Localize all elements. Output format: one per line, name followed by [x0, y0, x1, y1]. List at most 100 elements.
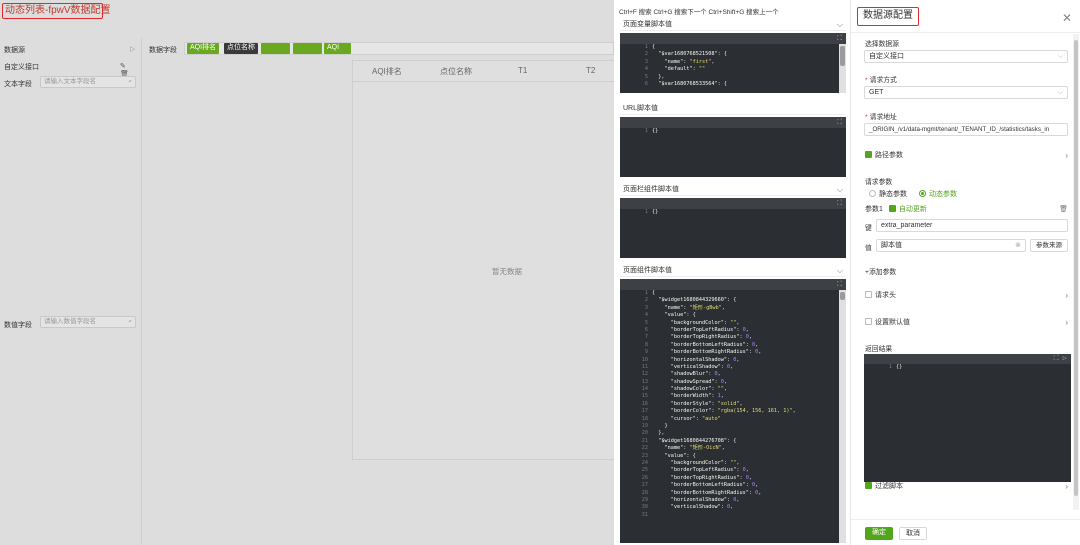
field-config-column [4, 38, 142, 545]
code-line: 1{ [644, 44, 656, 50]
tag-aqi-rank[interactable]: AQI排名 [187, 43, 220, 54]
method-label: * 请求方式 [865, 77, 897, 84]
trash-icon[interactable]: 🗑 [1059, 204, 1068, 216]
tag-point-name[interactable]: 点位名称 [224, 43, 258, 54]
section-header[interactable]: 页面栏组件脚本值 ⌵ [620, 183, 846, 196]
section-header[interactable]: 页面组件脚本值 ⌵ [620, 264, 846, 277]
tag-aqi[interactable]: AQI [324, 43, 351, 54]
chevron-down-icon[interactable]: ⌵ [837, 264, 843, 277]
code-line: 5 }, [644, 73, 665, 80]
code-line: 5 "backgroundColor": "", [644, 319, 740, 326]
key-input[interactable]: extra_parameter [876, 219, 1068, 232]
code-line: 19 } [641, 423, 668, 430]
code-line: 8 "borderBottomLeftRadius": 0, [644, 341, 759, 348]
play-icon[interactable]: ▷ [130, 45, 135, 53]
datasource-select[interactable]: 自定义接口 ⌵ [864, 50, 1068, 63]
code-editor[interactable]: ⛶ 1{2 "$var1680768521508": {3 "name": "f… [620, 33, 846, 93]
filter-script-checkbox[interactable] [865, 482, 872, 489]
default-value-row[interactable]: 设置默认值 › [865, 317, 1068, 329]
code-line: 13 "shadowSpread": 0, [641, 378, 727, 385]
section-header[interactable]: URL脚本值 [620, 102, 846, 115]
panel-scrollbar[interactable] [1073, 34, 1079, 510]
ok-button[interactable]: 确定 [865, 527, 893, 540]
code-line: 15 "borderWidth": 1, [641, 393, 724, 400]
path-params-checkbox[interactable] [865, 151, 872, 158]
chevron-down-icon[interactable]: ⌵ [837, 18, 843, 31]
chevron-right-icon[interactable]: › [1065, 481, 1068, 493]
code-line: 31 [641, 511, 648, 518]
tag-blank-2[interactable] [293, 43, 322, 54]
url-input[interactable]: _ORIGIN_/v1/data-mgmt/tenant/_TENANT_ID_… [864, 123, 1068, 136]
data-grid [352, 60, 614, 460]
static-params-radio[interactable] [869, 190, 876, 197]
url-script-section: URL脚本值 ⛶ 1{} [620, 102, 846, 177]
chevron-down-icon: ⌵ [1057, 53, 1063, 60]
code-line: 30 "verticalShadow": 0, [641, 504, 734, 511]
code-line: 18 "cursor": "auto" [641, 415, 721, 422]
value-label: 值 [865, 245, 872, 252]
scrollbar[interactable] [839, 44, 846, 93]
code-line: 7 "borderTopRightRadius": 0, [644, 334, 752, 341]
chevron-right-icon[interactable]: › [1065, 290, 1068, 302]
result-code-editor[interactable]: ⛶ ▷ 1{} [864, 354, 1071, 482]
code-line: 11 "verticalShadow": 0, [641, 363, 734, 370]
code-line: 1{} [888, 364, 903, 370]
code-lines: 1{} [620, 209, 838, 258]
code-line: 22 "name": "矩形-OicN", [641, 445, 725, 452]
code-line: 1{} [644, 209, 659, 215]
auto-update-checkbox[interactable] [888, 205, 896, 212]
code-line: 27 "borderBottomLeftRadius": 0, [641, 482, 759, 489]
filter-script-row[interactable]: 过滤脚本 › [865, 481, 1068, 493]
request-header-row[interactable]: 请求头 › [865, 290, 1068, 302]
data-field-label: 数值字段 [4, 322, 32, 329]
tag-blank-1[interactable] [261, 43, 290, 54]
dynamic-params-radio[interactable] [918, 190, 926, 197]
section-header[interactable]: 页面变量脚本值 ⌵ [620, 18, 846, 31]
add-param-button[interactable]: +添加参数 [865, 266, 896, 276]
result-label: 返回结果 [865, 346, 893, 353]
fullscreen-run-icons[interactable]: ⛶ ▷ [1054, 354, 1067, 363]
grid-header-cell: T1 [518, 66, 528, 75]
code-line: 4 "value": { [644, 312, 696, 319]
grid-header-cell: T2 [586, 66, 596, 75]
code-editor[interactable]: ⛶ 1{2 "$widget1680844329660": {3 "name":… [620, 279, 846, 543]
code-line: 23 "value": { [641, 452, 696, 459]
method-select[interactable]: GET ⌵ [864, 86, 1068, 99]
value-select[interactable]: 脚本值 ⊗ [876, 239, 1026, 252]
path-params-row[interactable]: 路径参数 › [865, 150, 1068, 162]
clear-icon[interactable]: ⊗ [1015, 240, 1021, 251]
code-line: 1{ [644, 290, 656, 296]
code-lines: 1{2 "$var1680768521508": {3 "name": "fir… [620, 44, 838, 93]
search-shortcut-hint: Ctrl+F 搜索 Ctrl+G 搜索下一个 Ctrl+Shift+G 搜索上一… [619, 9, 779, 16]
chevron-down-icon[interactable]: ⌵ [837, 183, 843, 196]
text-field-input[interactable]: 请输入文本字段名 ⌕ [40, 76, 136, 88]
cancel-button[interactable]: 取消 [899, 527, 927, 540]
fullscreen-icon[interactable]: ⛶ [837, 118, 842, 127]
param-source-button[interactable]: 参数来源 [1030, 239, 1068, 252]
data-field-top-label: 数据字段 [149, 47, 177, 54]
request-header-checkbox[interactable] [865, 291, 872, 298]
code-line: 10 "horizontalShadow": 0, [641, 356, 740, 363]
page-variable-section: 页面变量脚本值 ⌵ ⛶ 1{2 "$var1680768521508": {3 … [620, 18, 846, 93]
code-editor[interactable]: ⛶ 1{} [620, 198, 846, 258]
code-line: 9 "borderBottomRightRadius": 0, [644, 349, 762, 356]
code-line: 24 "backgroundColor": "", [641, 459, 740, 466]
code-line: 3 "name": "矩形-gBwb", [644, 304, 725, 311]
fullscreen-icon[interactable]: ⛶ [837, 199, 842, 208]
datasource-row[interactable]: 数据源 ▷ [4, 45, 135, 55]
chevron-right-icon[interactable]: › [1065, 150, 1068, 162]
search-icon: ⌕ [128, 318, 132, 325]
code-editor[interactable]: ⛶ 1{} [620, 117, 846, 177]
chevron-right-icon[interactable]: › [1065, 317, 1068, 329]
code-line: 26 "borderTopRightRadius": 0, [641, 474, 752, 481]
custom-api-row: 自定义接口 ✎🗑 [4, 62, 129, 78]
page-title: 动态列表-fpwV数据配置 [2, 3, 111, 19]
fullscreen-icon[interactable]: ⛶ [837, 280, 842, 289]
default-value-checkbox[interactable] [865, 318, 872, 325]
url-label: * 请求地址 [865, 114, 897, 121]
data-field-input[interactable]: 请输入数值字段名 ⌕ [40, 316, 136, 328]
scrollbar[interactable] [839, 290, 846, 543]
code-lines: 1{2 "$widget1680844329660": {3 "name": "… [620, 290, 838, 543]
close-icon[interactable]: ✕ [1062, 11, 1072, 25]
fullscreen-icon[interactable]: ⛶ [837, 34, 842, 43]
